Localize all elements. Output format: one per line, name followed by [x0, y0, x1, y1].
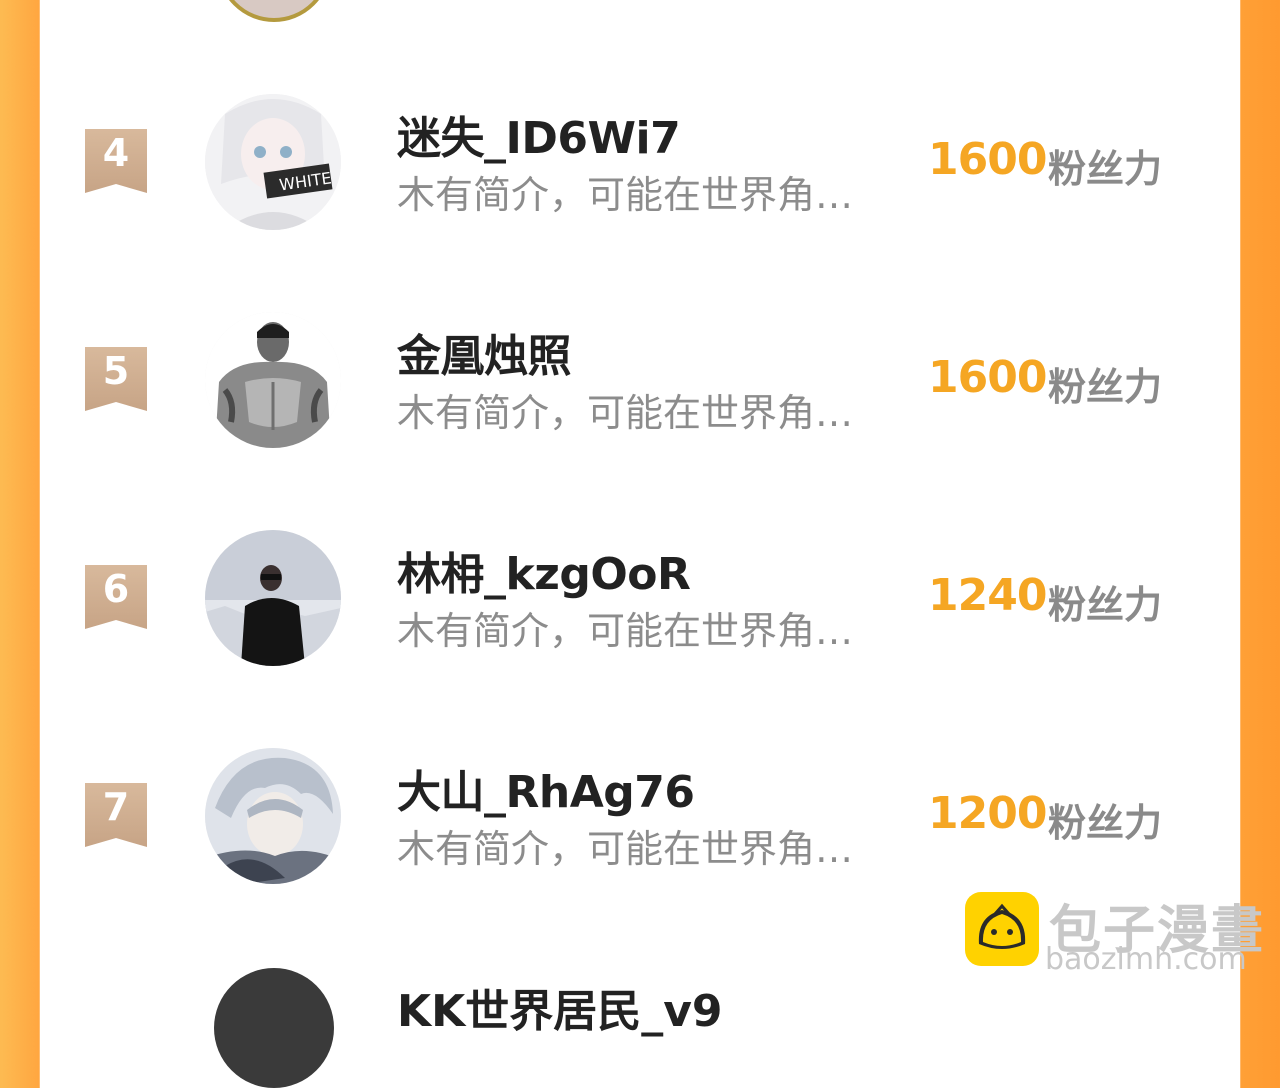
next-user-name[interactable]: KK世界居民_v9 [397, 975, 723, 1039]
user-bio: 木有简介，可能在世界角… [397, 173, 854, 217]
ranking-row[interactable]: 6 林枏_kzgOoR 木有简介，可能在世界角… 1240 粉丝力 [0, 530, 1280, 670]
bun-mascot-icon [965, 892, 1039, 966]
user-bio: 木有简介，可能在世界角… [397, 391, 854, 435]
rank-badge: 7 [85, 783, 147, 847]
next-user-avatar[interactable] [214, 968, 334, 1088]
ranking-row[interactable]: 7 大山_RhAg76 木有简介，可能在世界角… 1200 粉丝力 [0, 748, 1280, 888]
user-avatar[interactable] [205, 530, 341, 666]
user-avatar[interactable] [205, 312, 341, 448]
user-name[interactable]: 迷失_ID6Wi7 [397, 102, 681, 166]
fan-score: 1200 [928, 788, 1047, 839]
ranking-row[interactable]: 4 WHITE 迷失_ID6Wi7 木有简介，可能在世界角… 1600 粉丝力 [0, 94, 1280, 234]
rank-badge: 6 [85, 565, 147, 629]
watermark-url: baozimh.com [1045, 942, 1247, 977]
user-avatar[interactable] [205, 748, 341, 884]
fan-score-unit: 粉丝力 [1048, 583, 1163, 627]
fan-score: 1600 [928, 134, 1047, 185]
fan-score-unit: 粉丝力 [1048, 801, 1163, 845]
user-avatar[interactable]: WHITE [205, 94, 341, 230]
rank-badge: 5 [85, 347, 147, 411]
fan-score: 1240 [928, 570, 1047, 621]
watermark: 包子漫畫 baozimh.com [965, 892, 1265, 982]
user-bio: 木有简介，可能在世界角… [397, 609, 854, 653]
user-name[interactable]: 大山_RhAg76 [397, 756, 695, 820]
fan-score: 1600 [928, 352, 1047, 403]
user-name[interactable]: 金凰烛照 [397, 320, 572, 384]
fan-score-unit: 粉丝力 [1048, 365, 1163, 409]
rank-badge: 4 [85, 129, 147, 193]
fan-score-unit: 粉丝力 [1048, 147, 1163, 191]
ranking-row[interactable]: 5 金凰烛照 木有简介，可能在世界角… 1600 粉丝力 [0, 312, 1280, 452]
user-name[interactable]: 林枏_kzgOoR [397, 538, 691, 602]
user-bio: 木有简介，可能在世界角… [397, 827, 854, 871]
